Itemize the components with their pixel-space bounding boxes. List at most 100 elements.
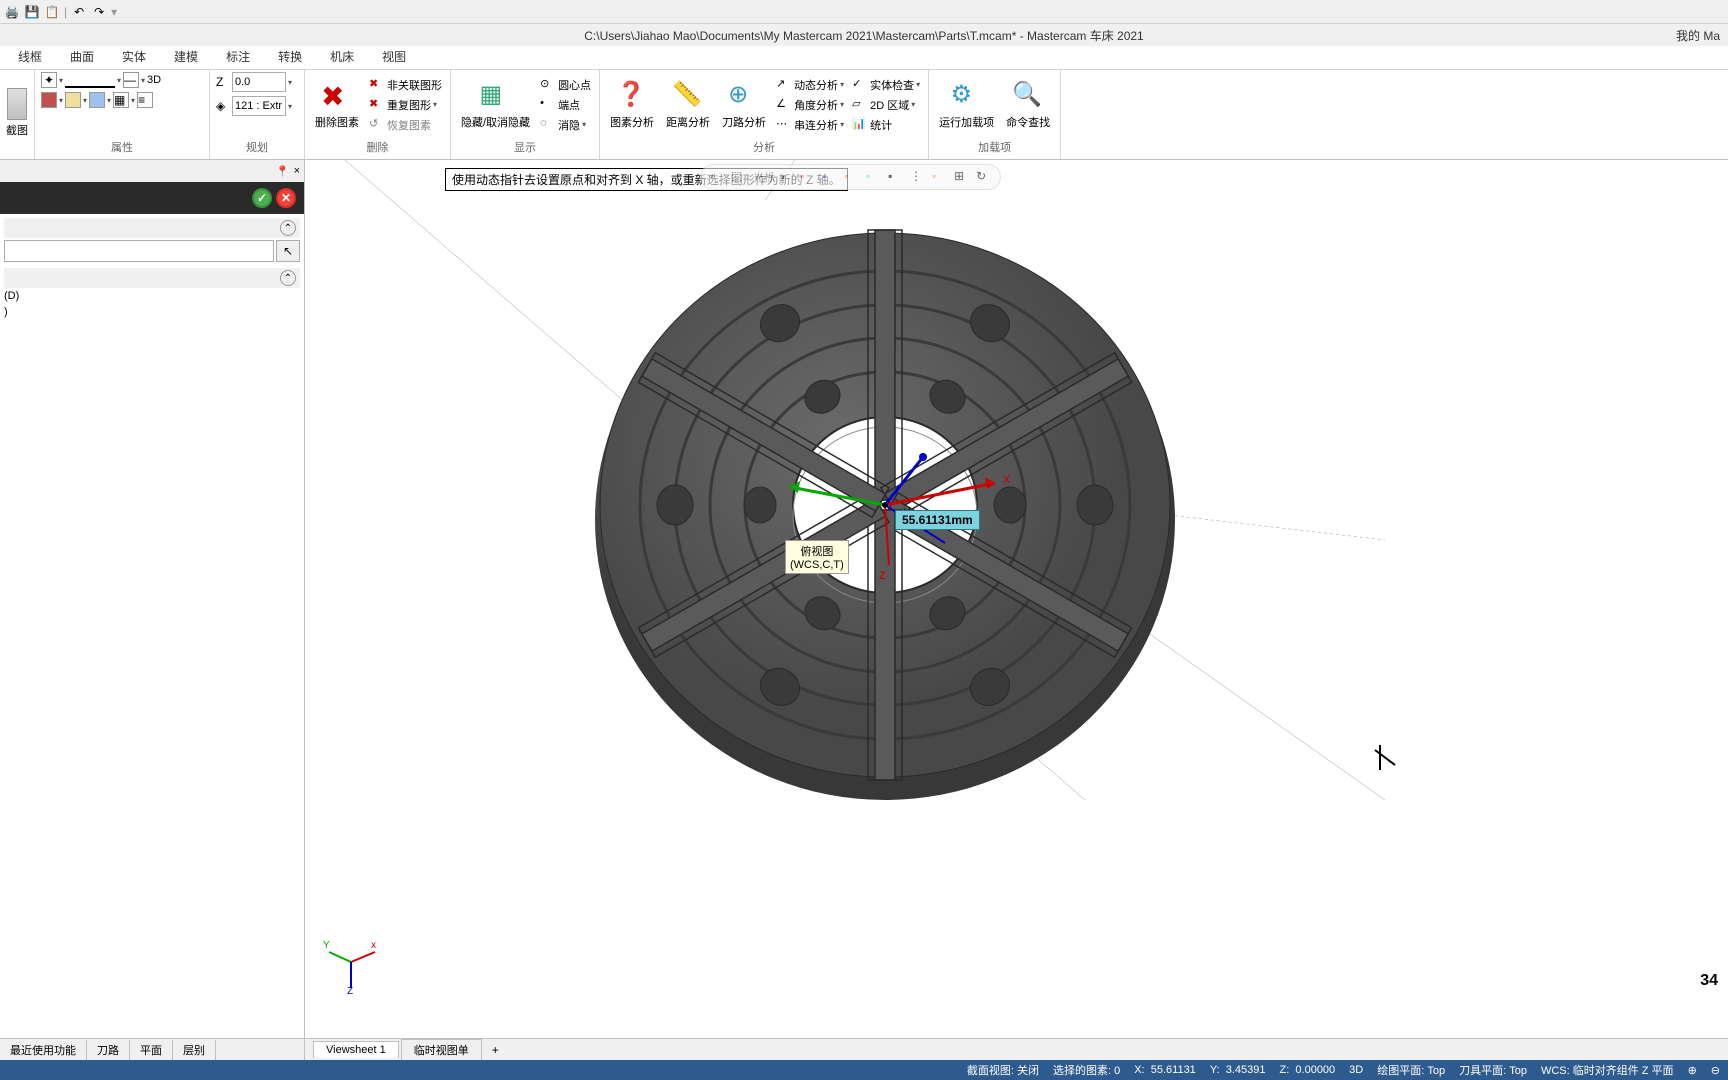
tab-machine[interactable]: 机床 (316, 44, 368, 69)
section-collapse-icon-2[interactable]: ⌃ (280, 270, 296, 286)
ft-cursor-icon[interactable]: ⬚ (731, 169, 747, 185)
ft-icon-8[interactable]: ⋮ (910, 169, 926, 185)
ft-icon-11[interactable]: ↻ (976, 169, 992, 185)
ft-icon-5[interactable]: ▪ (844, 169, 860, 185)
stats-button[interactable]: 📊统计 (850, 116, 894, 134)
title-bar: C:\Users\Jiahao Mao\Documents\My Masterc… (0, 24, 1728, 46)
plan-input[interactable] (232, 96, 286, 116)
wcs-status[interactable]: WCS: 临时对齐组件 Z 平面 (1541, 1062, 1674, 1078)
tree-item-o[interactable]: ) (4, 304, 300, 320)
draw-plane-status[interactable]: 绘图平面: Top (1377, 1062, 1445, 1078)
tab-model[interactable]: 建模 (160, 44, 212, 69)
plan-icon[interactable]: ◈ (216, 99, 230, 113)
layer-icon[interactable]: ≡ (137, 92, 153, 108)
undo-icon[interactable]: ↶ (71, 4, 87, 20)
add-viewsheet-button[interactable]: + (484, 1041, 507, 1059)
section-view-status[interactable]: 截面视图: 关闭 (967, 1062, 1039, 1078)
ribbon: 截图 ✦▾ ▾ —▾ 3D ▾ ▾ ▾ ▦▾ ≡ 属性 Z (0, 70, 1728, 160)
title-right: 我的 Ma (1676, 27, 1720, 44)
restore-element-button[interactable]: ↺恢复图素 (367, 116, 433, 134)
view-orientation-label: 俯视图 (WCS,C,T) (785, 540, 849, 574)
tab-wireframe[interactable]: 线框 (4, 44, 56, 69)
z-input[interactable] (232, 72, 286, 92)
material-icon[interactable]: ▦ (113, 92, 129, 108)
copy-icon[interactable]: 📋 (44, 4, 60, 20)
hide-unhide-button[interactable]: ▦ 隐藏/取消隐藏 (457, 78, 534, 132)
status-icon-2[interactable]: ⊖ (1711, 1064, 1720, 1077)
toolpath-analyze-button[interactable]: ⊕刀路分析 (718, 78, 770, 132)
temp-viewsheet-tab[interactable]: 临时视图单 (401, 1039, 482, 1060)
axis-gizmo: x Y Z (321, 934, 381, 994)
tab-surface[interactable]: 曲面 (56, 44, 108, 69)
redo-icon[interactable]: ↷ (91, 4, 107, 20)
ft-icon-3[interactable]: ▪ (800, 169, 816, 185)
ribbon-group-screenshot: 截图 (0, 70, 35, 159)
command-find-button[interactable]: 🔍命令查找 (1002, 78, 1054, 132)
tab-solid[interactable]: 实体 (108, 44, 160, 69)
mode-3d-status[interactable]: 3D (1349, 1064, 1363, 1076)
menu-tabs: 线框 曲面 实体 建模 标注 转换 机床 视图 (0, 46, 1728, 70)
selection-input[interactable] (4, 240, 274, 262)
point-style-icon[interactable]: ✦ (41, 72, 57, 88)
cancel-button[interactable]: ✕ (276, 188, 296, 208)
ft-icon-7[interactable]: ▪ (888, 169, 904, 185)
tab-toolpath[interactable]: 刀路 (87, 1040, 130, 1060)
viewport-3d[interactable]: 使用动态指针去设置原点和对齐到 X 轴，或重新选择图形作为新的 Z 轴。 ▫ ⬚… (305, 160, 1728, 1038)
status-icon-1[interactable]: ⊕ (1688, 1064, 1697, 1077)
delete-element-button[interactable]: ✖ 删除图素 (311, 78, 363, 132)
element-analyze-button[interactable]: ❓图素分析 (606, 78, 658, 132)
panel-body: ⌃ ↖ ⌃ (D) ) (0, 214, 304, 1038)
viewsheet-1-tab[interactable]: Viewsheet 1 (313, 1041, 399, 1058)
accept-button[interactable]: ✓ (252, 188, 272, 208)
left-panel: 📍 × ✓ ✕ ⌃ ↖ ⌃ (D) ) (0, 160, 305, 1038)
tab-recent[interactable]: 最近使用功能 (0, 1040, 87, 1060)
2d-area-button[interactable]: ▱2D 区域▾ (850, 96, 917, 114)
ft-icon-9[interactable]: ▪ (932, 169, 948, 185)
tab-transform[interactable]: 转换 (264, 44, 316, 69)
pin-icon[interactable]: 📍 (276, 165, 290, 178)
tool-plane-status[interactable]: 刀具平面: Top (1459, 1062, 1527, 1078)
document-title: C:\Users\Jiahao Mao\Documents\My Masterc… (584, 27, 1144, 44)
ribbon-group-delete: ✖ 删除图素 ✖非关联图形 ✖重复图形▾ ↺恢复图素 删除 (305, 70, 451, 159)
ft-icon-10[interactable]: ⊞ (954, 169, 970, 185)
z-label: Z (216, 75, 230, 89)
angle-analyze-button[interactable]: ∠角度分析▾ (774, 96, 846, 114)
center-point-button[interactable]: ⊙圆心点 (538, 76, 593, 94)
chain-analyze-button[interactable]: ⋯串连分析▾ (774, 116, 846, 134)
color-swatch-2[interactable] (65, 92, 81, 108)
tab-plane[interactable]: 平面 (130, 1040, 173, 1060)
panel-header: 📍 × (0, 160, 304, 182)
color-swatch-1[interactable] (41, 92, 57, 108)
ribbon-group-addon: ⚙运行加载项 🔍命令查找 加载项 (929, 70, 1061, 159)
screenshot-icon[interactable] (7, 88, 27, 120)
print-icon[interactable]: 🖨️ (4, 4, 20, 20)
section-collapse-icon[interactable]: ⌃ (280, 220, 296, 236)
panel-close-icon[interactable]: × (294, 165, 300, 177)
tree-item-d[interactable]: (D) (4, 288, 300, 304)
svg-text:x: x (1003, 470, 1010, 486)
run-addon-button[interactable]: ⚙运行加载项 (935, 78, 998, 132)
delete-unassoc-button[interactable]: ✖非关联图形 (367, 76, 444, 94)
ft-icon-1[interactable]: ▫ (709, 169, 725, 185)
line-style-icon[interactable] (65, 72, 115, 88)
pick-button[interactable]: ↖ (276, 240, 300, 262)
tab-view[interactable]: 视图 (368, 44, 420, 69)
ft-cursor-label: 光标 (753, 169, 775, 185)
endpoint-button[interactable]: •端点 (538, 96, 582, 114)
color-swatch-3[interactable] (89, 92, 105, 108)
coord-z: Z: 0.00000 (1280, 1064, 1336, 1076)
ft-icon-6[interactable]: ▪ (866, 169, 882, 185)
mode-3d[interactable]: 3D (147, 74, 161, 86)
tab-annotate[interactable]: 标注 (212, 44, 264, 69)
tab-layer[interactable]: 层别 (173, 1040, 216, 1060)
panel-title-bar: ✓ ✕ (0, 182, 304, 214)
ft-icon-4[interactable]: ▪ (822, 169, 838, 185)
delete-duplicate-button[interactable]: ✖重复图形▾ (367, 96, 439, 114)
solid-check-button[interactable]: ✓实体检查▾ (850, 76, 922, 94)
dynamic-analyze-button[interactable]: ↗动态分析▾ (774, 76, 846, 94)
svg-text:x: x (371, 940, 376, 951)
save-icon[interactable]: 💾 (24, 4, 40, 20)
distance-analyze-button[interactable]: 📏距离分析 (662, 78, 714, 132)
blank-button[interactable]: ◌消隐▾ (538, 116, 588, 134)
line-weight-icon[interactable]: — (123, 72, 139, 88)
